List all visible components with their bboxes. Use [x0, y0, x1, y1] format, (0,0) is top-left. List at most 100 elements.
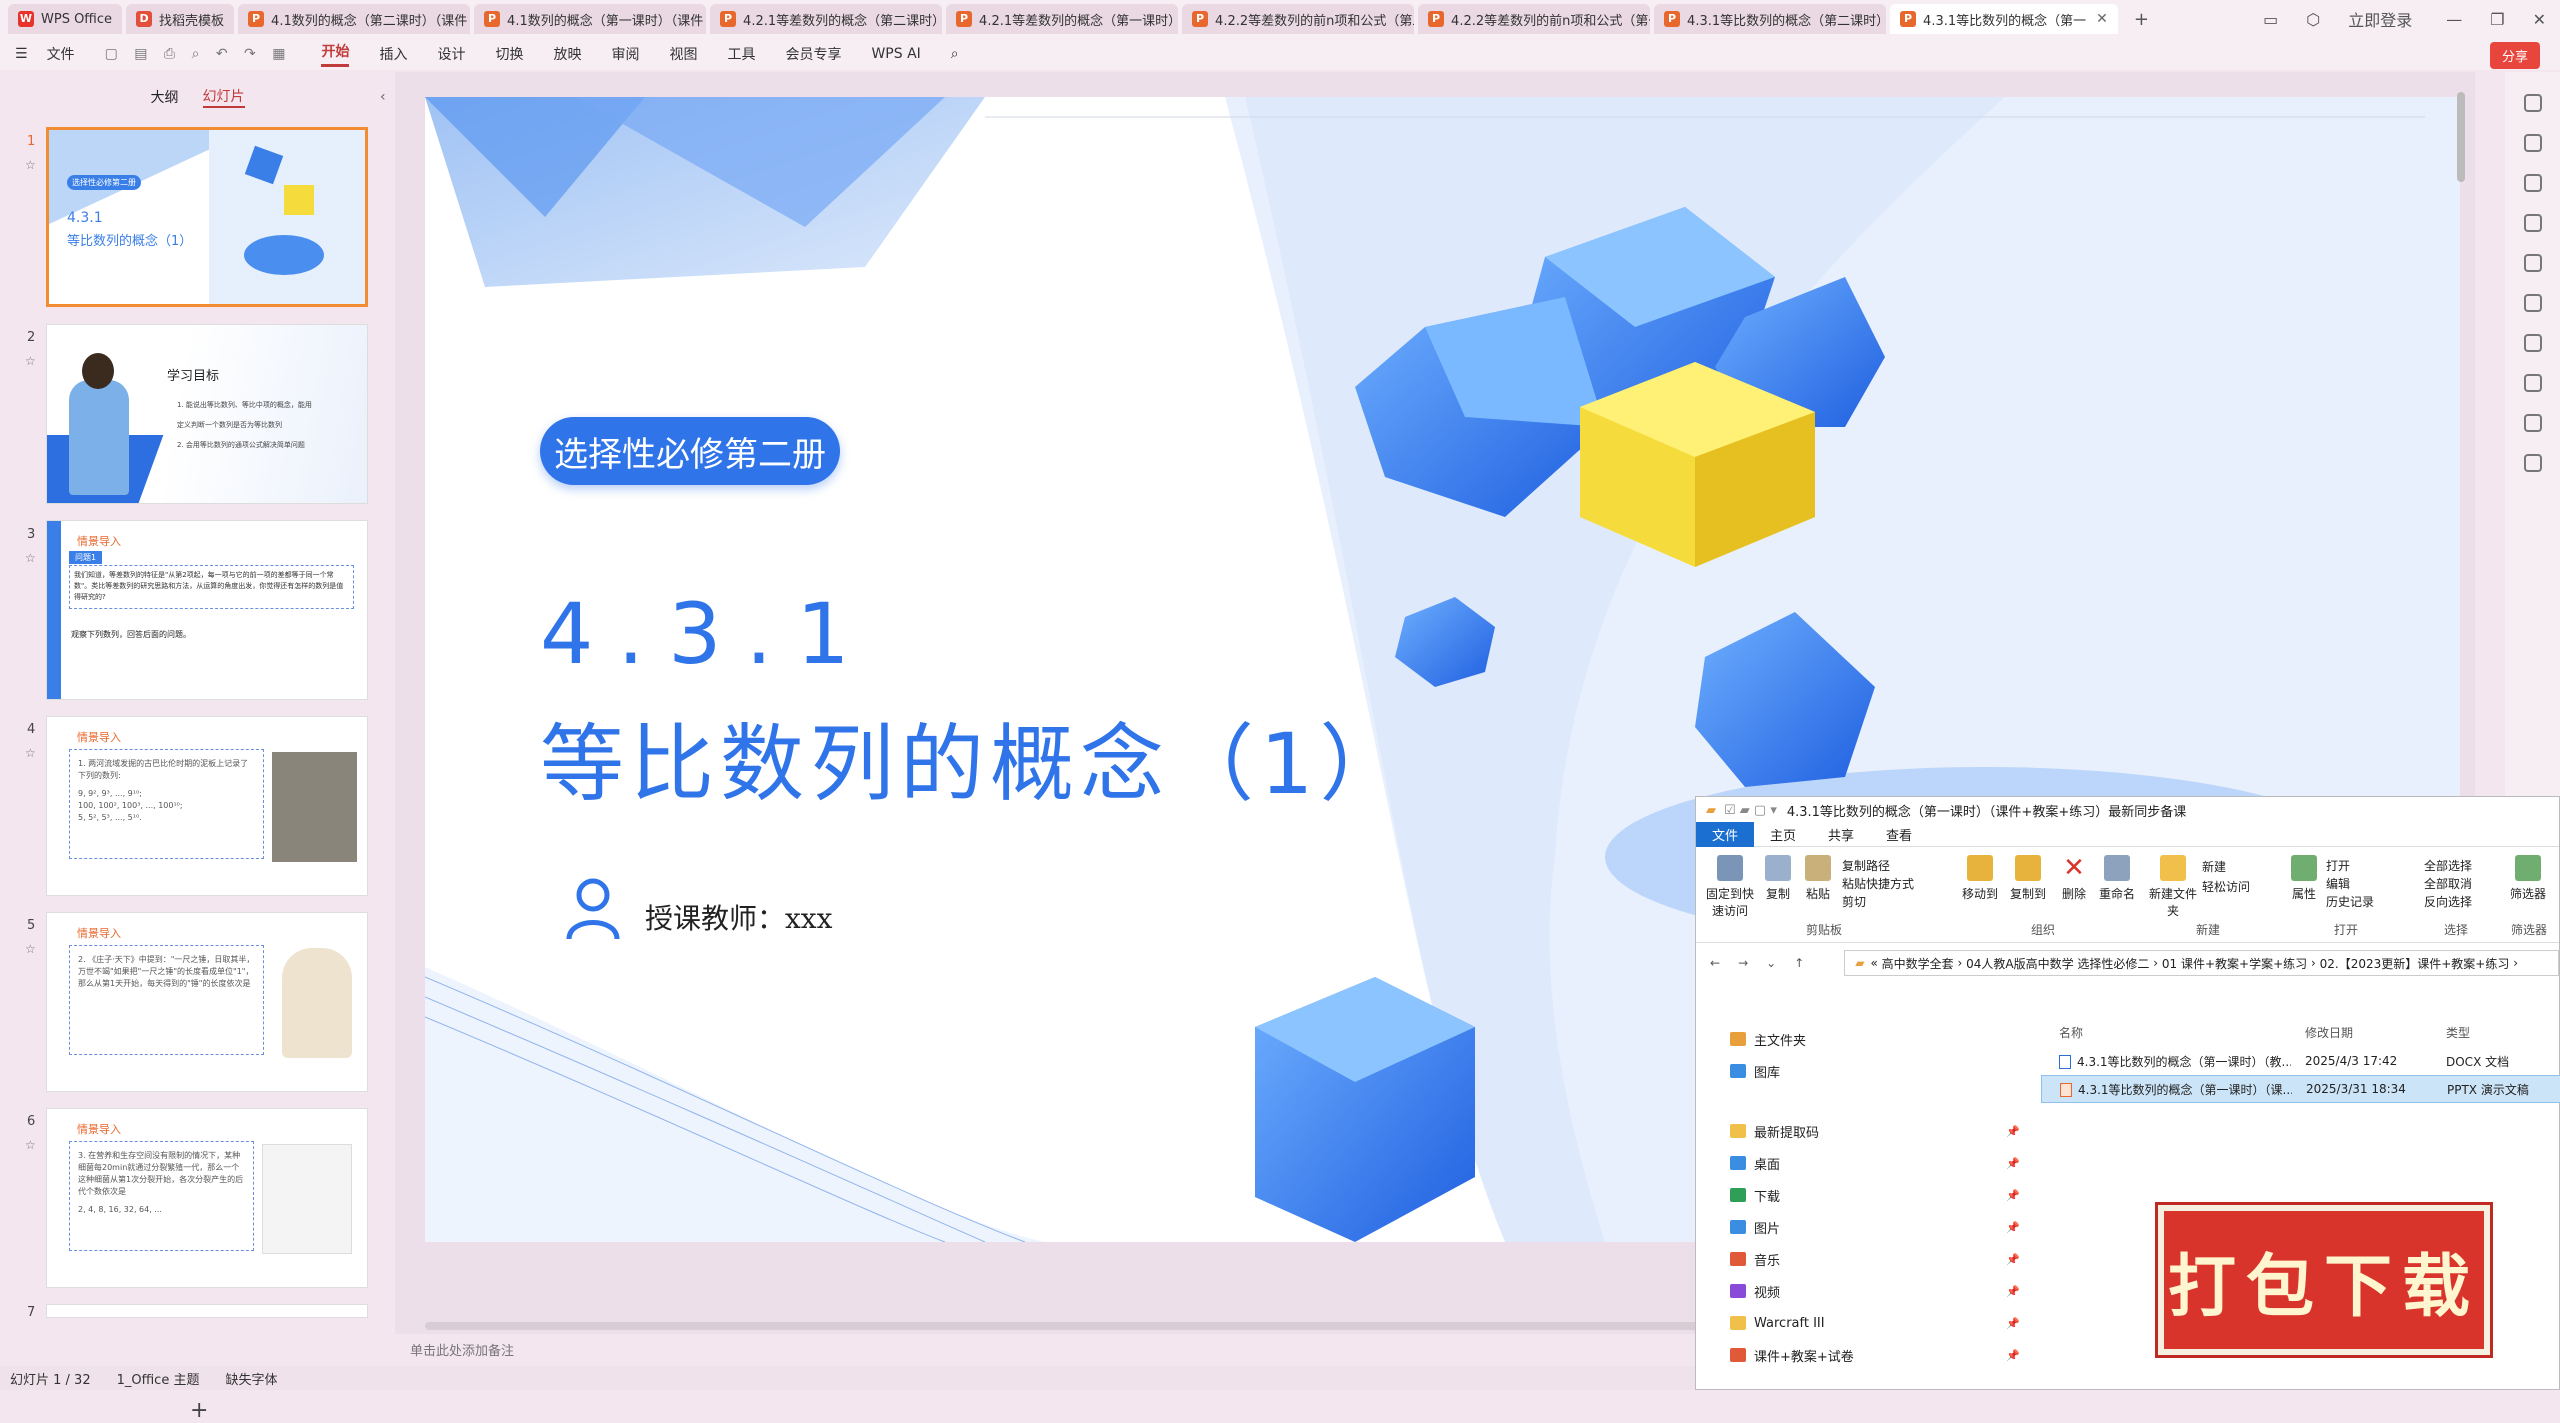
menu-review[interactable]: 审阅 — [611, 44, 639, 64]
menu-insert[interactable]: 插入 — [379, 44, 407, 64]
nav-downloads[interactable]: 下载 📌 — [1696, 1179, 2026, 1211]
slide-thumb-7[interactable] — [46, 1304, 368, 1318]
search-icon[interactable]: ⌕ — [951, 46, 959, 62]
nav-pictures[interactable]: 图片 📌 — [1696, 1211, 2026, 1243]
edit-button[interactable]: 编辑 — [2326, 875, 2374, 893]
new-folder-button[interactable]: 新建文件夹 — [2148, 855, 2198, 919]
pin-icon[interactable]: 📌 — [2006, 1125, 2020, 1138]
open-button[interactable]: 打开 — [2326, 857, 2374, 875]
back-icon[interactable]: ← — [1710, 956, 1720, 970]
close-window-icon[interactable]: ✕ — [2533, 10, 2546, 29]
cube-icon[interactable]: ⬡ — [2306, 10, 2320, 29]
pin-button[interactable]: 固定到快速访问 — [1702, 855, 1758, 919]
tab-file[interactable]: 文件 — [1696, 822, 1755, 847]
slide-thumb-6[interactable]: 情景导入 3. 在营养和生存空间没有限制的情况下，某种细菌每20min就通过分裂… — [46, 1108, 368, 1288]
help-icon[interactable] — [2523, 414, 2542, 432]
menu-view[interactable]: 视图 — [669, 44, 697, 64]
new-tab-icon[interactable]: + — [2134, 9, 2149, 30]
paste-button[interactable]: 粘贴 — [1798, 855, 1838, 902]
star-icon[interactable]: ☆ — [25, 942, 36, 956]
tab-doc-7[interactable]: P 4.2.2等差数列的前n项和公式（第一 — [1418, 4, 1651, 34]
tab-home[interactable]: 主页 — [1754, 822, 1812, 847]
pin-icon[interactable]: 📌 — [2006, 1349, 2020, 1362]
tab-doc-active[interactable]: P 4.3.1等比数列的概念（第一 ✕ — [1890, 4, 2118, 34]
tab-doc-6[interactable]: P 4.2.2等差数列的前n项和公式（第二 — [1182, 4, 1415, 34]
slide-thumb-2[interactable]: 学习目标 1. 能说出等比数列、等比中项的概念，能用 定义判断一个数列是否为等比… — [46, 324, 368, 504]
file-row-selected[interactable]: 4.3.1等比数列的概念（第一课时）（课... 2025/3/31 18:34 … — [2041, 1075, 2560, 1103]
slide-thumb-3[interactable]: 情景导入 问题1 我们知道，等差数列的特征是"从第2项起，每一项与它的前一项的差… — [46, 520, 368, 700]
new-item-button[interactable]: 新建 — [2202, 857, 2250, 877]
book-icon[interactable] — [2523, 374, 2542, 392]
tab-share[interactable]: 共享 — [1812, 822, 1870, 847]
login-link[interactable]: 立即登录 — [2348, 7, 2412, 31]
forward-icon[interactable]: → — [1738, 956, 1748, 970]
tab-outline[interactable]: 大纲 — [151, 87, 179, 107]
invert-selection-button[interactable]: 反向选择 — [2424, 893, 2472, 911]
menu-tools[interactable]: 工具 — [727, 44, 755, 64]
download-stamp[interactable]: 打包下载 — [2155, 1202, 2493, 1358]
move-to-button[interactable]: 移动到 — [1958, 855, 2002, 902]
pin-icon[interactable]: 📌 — [2006, 1253, 2020, 1266]
collapse-icon[interactable]: ‹ — [380, 89, 386, 105]
col-date[interactable]: 修改日期 — [2291, 1024, 2436, 1041]
tab-wps-home[interactable]: W WPS Office — [8, 4, 123, 34]
nav-home[interactable]: 主文件夹 — [1696, 1023, 2026, 1055]
missing-font-label[interactable]: 缺失字体 — [225, 1369, 277, 1388]
nav-item[interactable]: 课件+教案+试卷 📌 — [1696, 1339, 2026, 1371]
tab-doc-4[interactable]: P 4.2.1等差数列的概念（第二课时） — [710, 4, 943, 34]
more-icon[interactable] — [2523, 454, 2542, 472]
nav-item[interactable]: 最新提取码 📌 — [1696, 1115, 2026, 1147]
pin-icon[interactable]: 📌 — [2006, 1317, 2020, 1330]
star-icon[interactable]: ☆ — [25, 354, 36, 368]
theme-label[interactable]: 1_Office 主题 — [117, 1369, 200, 1388]
sliders-icon[interactable] — [2523, 134, 2542, 152]
breadcrumb[interactable]: ▰ « 高中数学全套 › 04人教A版高中数学 选择性必修二 › 01 课件+教… — [1844, 950, 2559, 976]
pin-icon[interactable]: 📌 — [2006, 1285, 2020, 1298]
minimize-icon[interactable]: — — [2446, 10, 2462, 29]
nav-desktop[interactable]: 桌面 📌 — [1696, 1147, 2026, 1179]
slide-thumb-4[interactable]: 情景导入 1. 两河流域发掘的古巴比伦时期的泥板上记录了下列的数列: 9, 9²… — [46, 716, 368, 896]
export-icon[interactable] — [2523, 294, 2542, 312]
star-icon[interactable]: ☆ — [25, 746, 36, 760]
restore-icon[interactable]: ❐ — [2490, 10, 2504, 29]
tools-icon[interactable] — [2523, 254, 2542, 272]
vertical-scrollbar[interactable] — [2457, 92, 2465, 182]
tab-docer[interactable]: D 找稻壳模板 — [126, 4, 235, 34]
tab-view[interactable]: 查看 — [1870, 822, 1928, 847]
delete-button[interactable]: ✕ 删除 — [2056, 855, 2092, 902]
properties-button[interactable]: 属性 — [2286, 855, 2322, 902]
star-icon[interactable] — [2523, 174, 2542, 192]
tab-slides[interactable]: 幻灯片 — [202, 86, 245, 108]
share-button[interactable]: 分享 — [2489, 42, 2540, 69]
filter-button[interactable]: 筛选器 — [2508, 855, 2548, 902]
minimize-panel-icon[interactable] — [2523, 94, 2542, 112]
tab-doc-5[interactable]: P 4.2.1等差数列的概念（第一课时） — [946, 4, 1179, 34]
file-row[interactable]: 4.3.1等比数列的概念（第一课时）（教... 2025/4/3 17:42 D… — [2041, 1047, 2560, 1075]
copy-button[interactable]: 复制 — [1758, 855, 1798, 902]
pin-icon[interactable]: 📌 — [2006, 1157, 2020, 1170]
menu-home[interactable]: 开始 — [321, 41, 350, 67]
quick-access-icons[interactable]: ☑ ▰ ▢ ▾ — [1724, 803, 1777, 818]
notes-placeholder[interactable]: 单击此处添加备注 — [410, 1340, 514, 1359]
nav-gallery[interactable]: 图库 — [1696, 1055, 2026, 1087]
menu-design[interactable]: 设计 — [437, 44, 465, 64]
tab-doc-8[interactable]: P 4.3.1等比数列的概念（第二课时） — [1654, 4, 1887, 34]
nav-music[interactable]: 音乐 📌 — [1696, 1243, 2026, 1275]
cut-button[interactable]: 剪切 — [1842, 893, 1914, 911]
slide-thumb-1[interactable]: 选择性必修第二册 4.3.1 等比数列的概念（1） — [46, 127, 368, 307]
close-icon[interactable]: ✕ — [2096, 11, 2108, 27]
star-icon[interactable]: ☆ — [25, 1138, 36, 1152]
layout-icon[interactable]: ▭ — [2263, 10, 2278, 29]
star-icon[interactable]: ☆ — [25, 551, 36, 565]
recent-icon[interactable]: ⌄ — [1766, 956, 1776, 970]
history-button[interactable]: 历史记录 — [2326, 893, 2374, 911]
image-icon[interactable] — [2523, 334, 2542, 352]
hamburger-icon[interactable]: ☰ — [15, 46, 28, 62]
up-icon[interactable]: ↑ — [1794, 956, 1804, 970]
select-none-button[interactable]: 全部取消 — [2424, 875, 2472, 893]
menu-file[interactable]: 文件 — [47, 44, 75, 64]
copy-icon[interactable] — [2523, 214, 2542, 232]
menu-member[interactable]: 会员专享 — [785, 44, 841, 64]
star-icon[interactable]: ☆ — [25, 158, 36, 172]
paste-shortcut-button[interactable]: 粘贴快捷方式 — [1842, 875, 1914, 893]
